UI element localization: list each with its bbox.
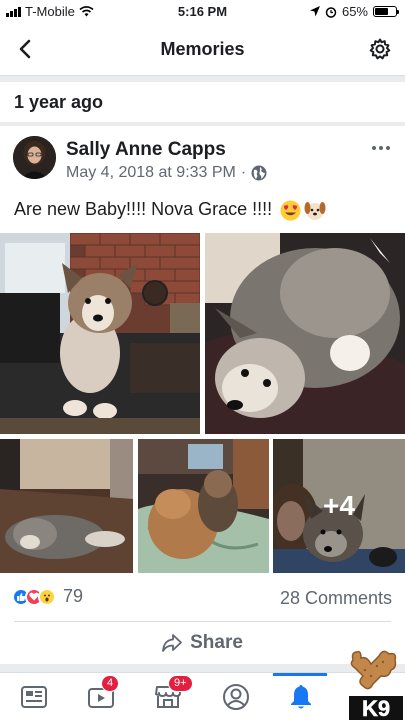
share-button[interactable]: Share	[0, 632, 405, 654]
profile-icon	[223, 684, 249, 710]
feed-divider	[0, 664, 405, 672]
marketplace-badge: 9+	[168, 675, 193, 692]
puppy-with-person-photo[interactable]: +4	[273, 439, 405, 573]
post-text-row: Are new Baby!!!! Nova Grace !!!!	[14, 199, 326, 220]
chevron-left-icon	[19, 39, 31, 59]
tab-news-feed[interactable]	[16, 681, 52, 713]
bell-icon	[291, 685, 311, 709]
wow-reaction-icon	[38, 587, 56, 606]
status-bar: T-Mobile 5:16 PM 65%	[0, 0, 405, 24]
k9-watermark-text: K9	[362, 696, 390, 720]
post-text: Are new Baby!!!! Nova Grace !!!!	[14, 199, 273, 219]
avatar[interactable]	[13, 136, 56, 179]
reactions-summary[interactable]: 79	[12, 586, 83, 607]
reaction-count: 79	[63, 586, 84, 606]
comments-count[interactable]: 28 Comments	[280, 588, 392, 609]
puppy-closeup-photo[interactable]	[205, 233, 405, 434]
battery-percent: 65%	[341, 4, 368, 19]
watch-badge: 4	[101, 675, 120, 692]
gear-icon	[369, 38, 391, 60]
tab-watch[interactable]: 4	[83, 675, 120, 713]
location-icon	[309, 6, 320, 17]
post-divider	[14, 621, 391, 622]
post-author[interactable]: Sally Anne Capps	[66, 139, 226, 161]
section-title: 1 year ago	[14, 92, 104, 112]
news-feed-icon	[21, 686, 47, 708]
share-label: Share	[190, 632, 243, 653]
post-date[interactable]: May 4, 2018 at 9:33 PM	[66, 164, 236, 182]
puppy-lying-photo[interactable]	[0, 439, 133, 573]
globe-icon	[251, 165, 267, 181]
more-photos-overlay[interactable]: +4	[273, 439, 405, 573]
dog-face-emoji-icon	[304, 200, 326, 220]
meta-separator: ·	[240, 164, 247, 181]
heart-eyes-emoji-icon	[280, 200, 301, 220]
page-title: Memories	[160, 39, 245, 59]
more-options-button[interactable]	[369, 140, 393, 156]
share-icon	[162, 634, 182, 652]
alarm-icon	[325, 6, 337, 18]
tab-marketplace[interactable]: 9+	[150, 675, 193, 713]
tab-notifications[interactable]	[283, 681, 319, 713]
active-tab-indicator	[273, 673, 327, 676]
nav-bar: Memories	[0, 24, 405, 76]
post-meta: May 4, 2018 at 9:33 PM ·	[66, 164, 267, 182]
back-button[interactable]	[12, 36, 38, 62]
tab-profile[interactable]	[218, 681, 254, 713]
reaction-icons	[12, 587, 56, 606]
tab-bar: 4 9+	[0, 672, 405, 720]
status-indicators: 65%	[309, 4, 399, 19]
puppy-sitting-photo[interactable]	[0, 233, 200, 434]
section-divider	[0, 76, 405, 82]
battery-icon	[373, 6, 399, 17]
settings-button[interactable]	[367, 36, 393, 62]
dogs-on-bed-photo[interactable]	[138, 439, 269, 573]
k9-watermark-logo: K9	[347, 648, 405, 720]
section-divider-2	[0, 122, 405, 126]
